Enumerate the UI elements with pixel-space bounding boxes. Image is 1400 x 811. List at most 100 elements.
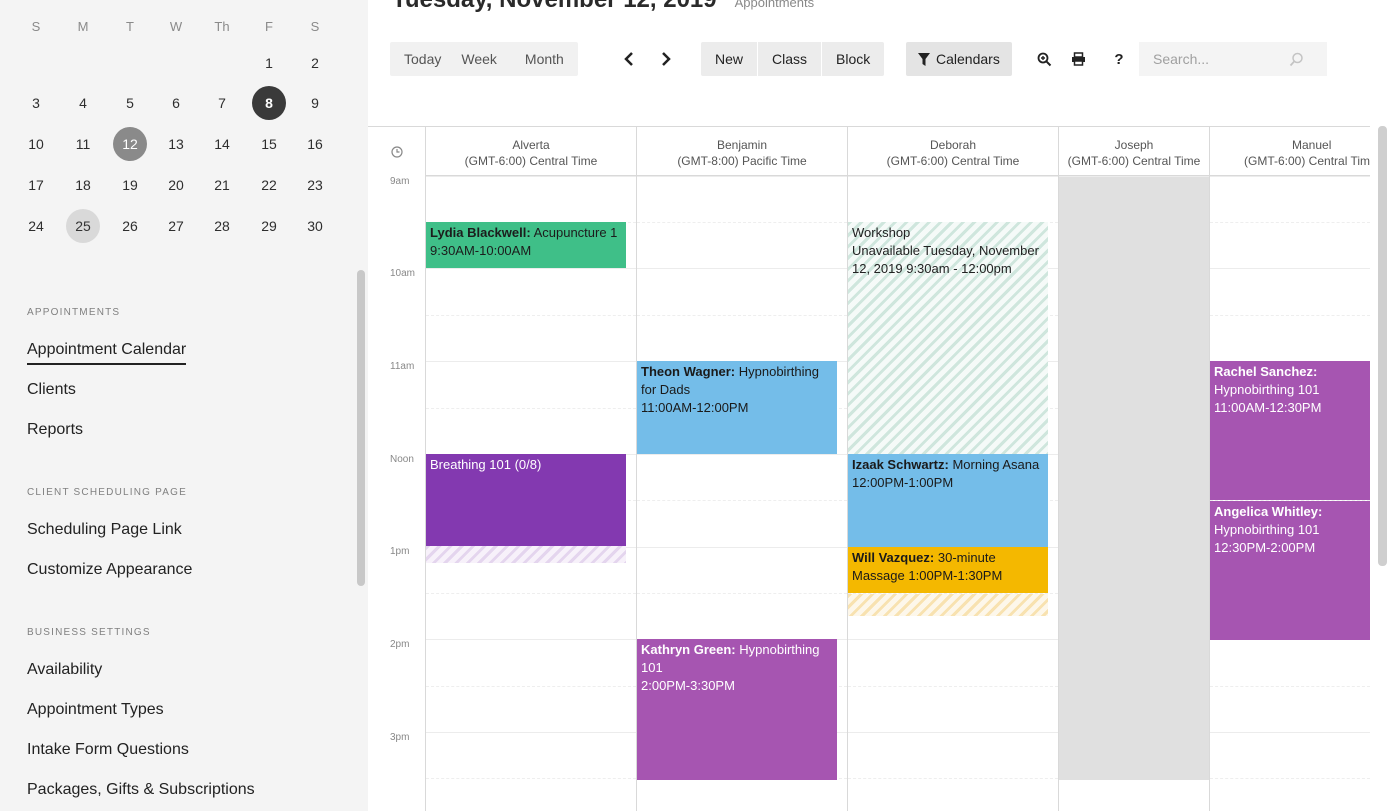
mini-calendar-day[interactable]: 24: [19, 209, 53, 243]
sidebar: S M T W Th F S 1 2 3 4 5 6 7 8 9 10 11 1…: [0, 0, 368, 811]
appointment-block[interactable]: Rachel Sanchez: Hypnobirthing 101 11:00A…: [1210, 361, 1370, 500]
nav-customize-appearance[interactable]: Customize Appearance: [27, 561, 192, 579]
mini-calendar-day[interactable]: 11: [66, 127, 100, 161]
time-label: Noon: [390, 454, 414, 465]
mini-calendar-day[interactable]: 27: [159, 209, 193, 243]
day-calendar-grid: 9am 10am 11am Noon 1pm 2pm 3pm Alverta (…: [368, 126, 1400, 811]
appointment-time: 2:00PM-3:30PM: [641, 678, 735, 693]
calendars-filter-button[interactable]: Calendars: [906, 42, 1012, 76]
mini-calendar-day[interactable]: 18: [66, 168, 100, 202]
mini-calendar-day[interactable]: 29: [252, 209, 286, 243]
mini-calendar-day[interactable]: 20: [159, 168, 193, 202]
appointment-time: 1:00PM-1:30PM: [908, 568, 1003, 583]
column-body[interactable]: Workshop Unavailable Tuesday, November 1…: [848, 176, 1058, 780]
appointment-client: Lydia Blackwell:: [430, 225, 531, 240]
mini-calendar-day[interactable]: 9: [298, 86, 332, 120]
appointment-time: 11:00AM-12:00PM: [641, 400, 749, 415]
next-day-button[interactable]: [655, 42, 677, 76]
mini-calendar-day[interactable]: 3: [19, 86, 53, 120]
week-view-button[interactable]: Week: [455, 42, 511, 76]
mini-calendar-day[interactable]: 5: [113, 86, 147, 120]
mini-calendar-day-today[interactable]: 8: [252, 86, 286, 120]
mini-calendar-day[interactable]: 19: [113, 168, 147, 202]
column-body[interactable]: Rachel Sanchez: Hypnobirthing 101 11:00A…: [1210, 176, 1370, 780]
new-class-button[interactable]: Class: [757, 42, 821, 76]
search-box: [1139, 42, 1327, 76]
appointment-block[interactable]: Kathryn Green: Hypnobirthing 101 2:00PM-…: [637, 639, 837, 780]
mini-calendar-day[interactable]: 14: [205, 127, 239, 161]
column-body-unavailable[interactable]: [1059, 176, 1209, 780]
mini-calendar-day[interactable]: 21: [205, 168, 239, 202]
mini-calendar-day[interactable]: 13: [159, 127, 193, 161]
today-button[interactable]: Today: [390, 42, 455, 76]
mini-calendar-day[interactable]: 16: [298, 127, 332, 161]
zoom-in-icon: [1037, 52, 1051, 66]
time-label: 3pm: [390, 732, 410, 743]
timezone-clock[interactable]: [368, 126, 425, 176]
staff-columns: Alverta (GMT-6:00) Central Time Lydia Bl…: [425, 126, 1370, 811]
section-header-business-settings: BUSINESS SETTINGS: [27, 627, 151, 638]
class-block[interactable]: Breathing 101 (0/8): [426, 454, 626, 546]
clock-icon: [390, 145, 403, 158]
chevron-right-icon: [662, 52, 671, 66]
mini-calendar-day[interactable]: 4: [66, 86, 100, 120]
mini-calendar-day[interactable]: 22: [252, 168, 286, 202]
nav-reports[interactable]: Reports: [27, 421, 83, 439]
weekday-label: S: [31, 18, 41, 34]
staff-timezone: (GMT-6:00) Central Time: [1067, 154, 1201, 168]
appointment-block[interactable]: Izaak Schwartz: Morning Asana 12:00PM-1:…: [848, 454, 1048, 547]
column-header: Deborah (GMT-6:00) Central Time: [848, 126, 1058, 176]
nav-appointment-calendar[interactable]: Appointment Calendar: [27, 341, 187, 365]
new-appointment-button[interactable]: New: [701, 42, 757, 76]
nav-intake-form-questions[interactable]: Intake Form Questions: [27, 741, 189, 759]
calendar-column-joseph: Joseph (GMT-6:00) Central Time: [1058, 126, 1209, 811]
mini-calendar-day-highlighted[interactable]: 25: [66, 209, 100, 243]
sidebar-scrollbar[interactable]: [357, 270, 365, 586]
print-button[interactable]: [1066, 42, 1090, 76]
nav-packages-gifts-subscriptions[interactable]: Packages, Gifts & Subscriptions: [27, 781, 255, 799]
appointment-block[interactable]: Theon Wagner: Hypnobirthing for Dads 11:…: [637, 361, 837, 454]
mini-calendar-day[interactable]: 30: [298, 209, 332, 243]
class-title: Breathing 101 (0/8): [430, 457, 542, 472]
mini-calendar-day[interactable]: 10: [19, 127, 53, 161]
mini-calendar-day[interactable]: 15: [252, 127, 286, 161]
mini-calendar-day[interactable]: 2: [298, 46, 332, 80]
staff-timezone: (GMT-6:00) Central Time: [464, 154, 598, 168]
blocked-time[interactable]: Workshop Unavailable Tuesday, November 1…: [848, 222, 1048, 454]
column-body[interactable]: Lydia Blackwell: Acupuncture 1 9:30AM-10…: [426, 176, 636, 780]
mini-calendar-day[interactable]: 23: [298, 168, 332, 202]
nav-availability[interactable]: Availability: [27, 661, 102, 679]
nav-clients[interactable]: Clients: [27, 381, 76, 399]
column-body[interactable]: Theon Wagner: Hypnobirthing for Dads 11:…: [637, 176, 847, 780]
zoom-button[interactable]: [1032, 42, 1056, 76]
time-label: 9am: [390, 176, 410, 187]
search-icon[interactable]: [1289, 52, 1304, 67]
appointment-block[interactable]: Angelica Whitley: Hypnobirthing 101 12:3…: [1210, 501, 1370, 640]
staff-name: Alverta: [512, 138, 550, 152]
appointment-block[interactable]: Lydia Blackwell: Acupuncture 1 9:30AM-10…: [426, 222, 626, 268]
appointment-time: 9:30AM-10:00AM: [430, 243, 532, 258]
mini-calendar-day[interactable]: 1: [252, 46, 286, 80]
nav-scheduling-page-link[interactable]: Scheduling Page Link: [27, 521, 182, 539]
time-gutter: 9am 10am 11am Noon 1pm 2pm 3pm: [368, 126, 425, 811]
mini-calendar-day[interactable]: 17: [19, 168, 53, 202]
mini-calendar-day-selected[interactable]: 12: [113, 127, 147, 161]
weekday-label: M: [77, 18, 89, 34]
mini-calendar-day[interactable]: 26: [113, 209, 147, 243]
appointment-block[interactable]: Will Vazquez: 30-minute Massage 1:00PM-1…: [848, 547, 1048, 593]
filter-icon: [918, 52, 930, 66]
previous-day-button[interactable]: [618, 42, 640, 76]
mini-calendar-day[interactable]: 28: [205, 209, 239, 243]
appointment-client: Will Vazquez:: [852, 550, 935, 565]
calendar-scrollbar[interactable]: [1378, 126, 1387, 566]
mini-calendar-day[interactable]: 6: [159, 86, 193, 120]
block-time-button[interactable]: Block: [821, 42, 884, 76]
page-subtitle: Appointments: [734, 0, 815, 10]
month-view-button[interactable]: Month: [511, 42, 578, 76]
nav-appointment-types[interactable]: Appointment Types: [27, 701, 164, 719]
search-input[interactable]: [1139, 51, 1289, 67]
help-button[interactable]: ?: [1107, 42, 1131, 76]
mini-calendar-day[interactable]: 7: [205, 86, 239, 120]
appointment-client: Theon Wagner:: [641, 364, 736, 379]
page-title: Tuesday, November 12, 2019 Appointments: [392, 0, 814, 14]
